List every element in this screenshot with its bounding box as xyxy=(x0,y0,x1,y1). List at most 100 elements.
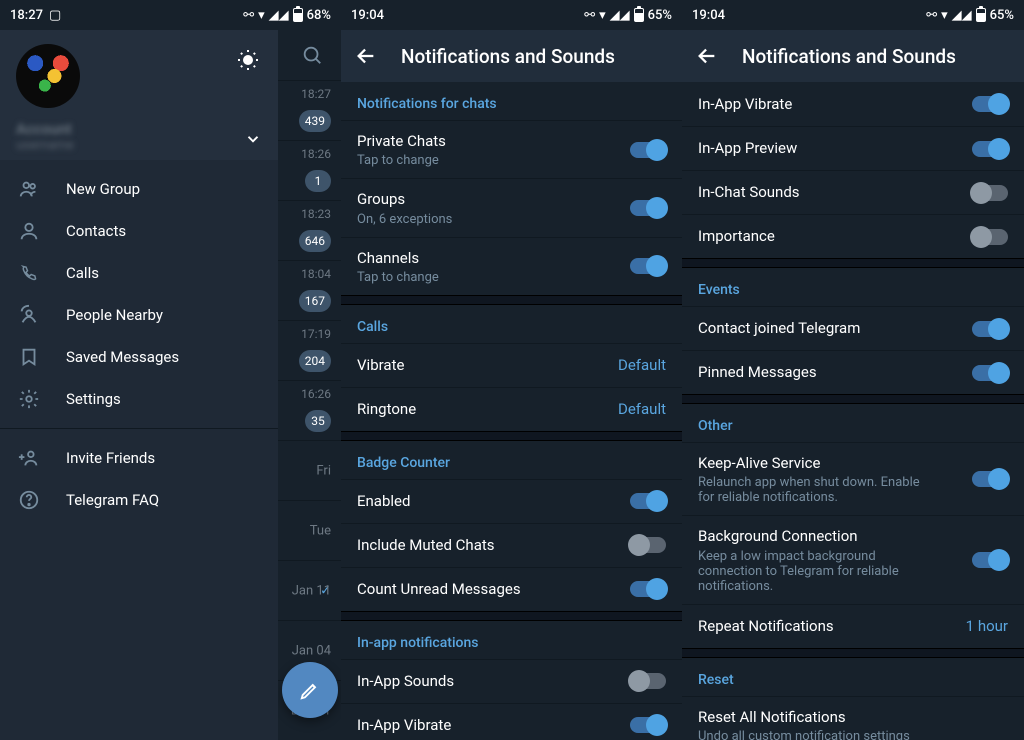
divider xyxy=(682,648,1024,658)
toggle[interactable] xyxy=(972,185,1008,201)
row-unread[interactable]: Count Unread Messages xyxy=(341,567,682,611)
wifi-icon: ▾ xyxy=(258,8,265,23)
row-ringtone[interactable]: Ringtone Default xyxy=(341,387,682,431)
row-keepalive[interactable]: Keep-Alive ServiceRelaunch app when shut… xyxy=(682,442,1024,515)
toggle-muted[interactable] xyxy=(630,537,666,553)
signal-icon: ◢◢ xyxy=(952,8,972,23)
row-inchat-sounds[interactable]: In-Chat Sounds xyxy=(682,170,1024,214)
avatar[interactable] xyxy=(16,44,80,108)
row-inapp-preview[interactable]: In-App Preview xyxy=(682,126,1024,170)
gear-icon xyxy=(18,388,40,410)
section-other: Other xyxy=(682,404,1024,442)
row-inapp-sounds[interactable]: In-App Sounds xyxy=(341,659,682,703)
chat-row[interactable]: ✓ Jan 11 xyxy=(278,560,341,620)
toggle-channels[interactable] xyxy=(630,258,666,274)
row-inapp-vibrate[interactable]: In-App Vibrate xyxy=(341,703,682,740)
drawer-item-label: Saved Messages xyxy=(66,348,179,366)
section-events: Events xyxy=(682,268,1024,306)
chat-row[interactable]: 18:261 xyxy=(278,140,341,200)
row-inapp-vibrate[interactable]: In-App Vibrate xyxy=(682,82,1024,126)
toggle-enabled[interactable] xyxy=(630,493,666,509)
signal-icon: ◢◢ xyxy=(610,8,630,23)
toggle-unread[interactable] xyxy=(630,581,666,597)
toggle[interactable] xyxy=(972,96,1008,112)
drawer-saved[interactable]: Saved Messages xyxy=(0,336,278,378)
page-title: Notifications and Sounds xyxy=(742,45,956,68)
row-reset[interactable]: Reset All NotificationsUndo all custom n… xyxy=(682,696,1024,740)
account-sub: username xyxy=(16,138,262,153)
account-name: Account xyxy=(16,120,262,138)
section-calls: Calls xyxy=(341,305,682,343)
chat-row[interactable]: 18:23646 xyxy=(278,200,341,260)
row-enabled[interactable]: Enabled xyxy=(341,479,682,523)
drawer-settings[interactable]: Settings xyxy=(0,378,278,420)
drawer-faq[interactable]: Telegram FAQ xyxy=(0,479,278,521)
vpn-icon: ⚯ xyxy=(584,8,595,23)
back-icon[interactable] xyxy=(696,45,718,67)
divider xyxy=(682,258,1024,268)
vpn-icon: ⚯ xyxy=(243,8,254,23)
battery-pct: 65% xyxy=(648,8,672,23)
page-title: Notifications and Sounds xyxy=(401,45,615,68)
drawer-new-group[interactable]: New Group xyxy=(0,168,278,210)
status-bar: 18:27 ▢ ⚯ ▾ ◢◢ 68% xyxy=(0,0,341,30)
battery-icon xyxy=(293,8,303,22)
drawer-invite[interactable]: Invite Friends xyxy=(0,437,278,479)
chat-row[interactable]: Tue xyxy=(278,500,341,560)
chevron-down-icon[interactable] xyxy=(244,130,262,148)
app-bar: Notifications and Sounds xyxy=(341,30,682,82)
row-pinned[interactable]: Pinned Messages xyxy=(682,350,1024,394)
bookmark-icon xyxy=(18,346,40,368)
drawer-item-label: New Group xyxy=(66,180,140,198)
drawer-item-label: People Nearby xyxy=(66,306,163,324)
status-bar: 19:04 ⚯ ▾ ◢◢ 65% xyxy=(341,0,682,30)
status-time: 18:27 xyxy=(10,8,43,23)
row-repeat[interactable]: Repeat Notifications 1 hour xyxy=(682,604,1024,648)
row-channels[interactable]: ChannelsTap to change xyxy=(341,237,682,295)
drawer-item-label: Telegram FAQ xyxy=(66,491,159,509)
chat-row[interactable]: 18:27439 xyxy=(278,80,341,140)
toggle-groups[interactable] xyxy=(630,200,666,216)
toggle-inapp-sounds[interactable] xyxy=(630,673,666,689)
status-time: 19:04 xyxy=(692,8,725,23)
row-groups[interactable]: GroupsOn, 6 exceptions xyxy=(341,178,682,236)
toggle[interactable] xyxy=(972,365,1008,381)
row-vibrate[interactable]: Vibrate Default xyxy=(341,343,682,387)
chat-list-backdrop: 18:27439 18:261 18:23646 18:04167 17:192… xyxy=(278,30,341,740)
signal-icon: ◢◢ xyxy=(269,8,289,23)
battery-pct: 68% xyxy=(307,8,331,23)
divider xyxy=(0,428,278,429)
chat-row[interactable]: 17:19204 xyxy=(278,320,341,380)
battery-icon xyxy=(634,8,644,22)
chat-row[interactable]: Fri xyxy=(278,440,341,500)
chat-row[interactable]: 18:04167 xyxy=(278,260,341,320)
toggle[interactable] xyxy=(972,141,1008,157)
app-bar: Notifications and Sounds xyxy=(682,30,1024,82)
compose-fab[interactable] xyxy=(282,662,338,718)
back-icon[interactable] xyxy=(355,45,377,67)
chat-row[interactable]: 16:2635 xyxy=(278,380,341,440)
divider xyxy=(682,394,1024,404)
nav-drawer: Account username New Group Contacts Call… xyxy=(0,30,278,740)
search-icon[interactable] xyxy=(301,44,323,66)
toggle[interactable] xyxy=(972,471,1008,487)
invite-icon xyxy=(18,447,40,469)
drawer-people-nearby[interactable]: People Nearby xyxy=(0,294,278,336)
theme-toggle-icon[interactable] xyxy=(236,48,260,72)
help-icon xyxy=(18,489,40,511)
toggle[interactable] xyxy=(972,229,1008,245)
divider xyxy=(341,611,682,621)
toggle-private[interactable] xyxy=(630,142,666,158)
drawer-header[interactable]: Account username xyxy=(0,30,278,160)
row-importance[interactable]: Importance xyxy=(682,214,1024,258)
drawer-item-label: Settings xyxy=(66,390,121,408)
toggle-inapp-vibrate[interactable] xyxy=(630,717,666,733)
toggle[interactable] xyxy=(972,321,1008,337)
drawer-calls[interactable]: Calls xyxy=(0,252,278,294)
toggle[interactable] xyxy=(972,552,1008,568)
row-muted[interactable]: Include Muted Chats xyxy=(341,523,682,567)
row-private-chats[interactable]: Private ChatsTap to change xyxy=(341,120,682,178)
row-contact-joined[interactable]: Contact joined Telegram xyxy=(682,306,1024,350)
drawer-contacts[interactable]: Contacts xyxy=(0,210,278,252)
row-bg-connection[interactable]: Background ConnectionKeep a low impact b… xyxy=(682,515,1024,603)
